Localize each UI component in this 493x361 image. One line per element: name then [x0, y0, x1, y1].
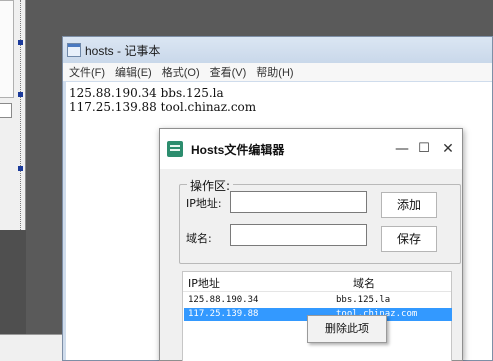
resize-handle[interactable]	[18, 92, 23, 97]
background-window-bottom	[0, 334, 62, 361]
resize-handle[interactable]	[18, 40, 23, 45]
minimize-button[interactable]: —	[392, 139, 412, 159]
background-panel	[0, 0, 14, 98]
row-domain: bbs.125.la	[336, 295, 391, 305]
domain-label: 域名:	[186, 232, 212, 245]
close-button[interactable]: ✕	[438, 139, 458, 159]
list-header: IP地址 域名	[183, 272, 451, 292]
operation-group: 操作区: IP地址: 域名: 添加 保存	[179, 177, 461, 264]
row-ip: 125.88.190.34	[188, 295, 259, 305]
row-ip: 117.25.139.88	[188, 309, 259, 319]
dotted-guide	[20, 0, 21, 230]
domain-input[interactable]	[230, 224, 367, 246]
column-header-domain[interactable]: 域名	[353, 275, 375, 291]
maximize-button[interactable]: ☐	[414, 139, 434, 159]
menu-help[interactable]: 帮助(H)	[256, 64, 293, 80]
notepad-icon	[67, 43, 81, 57]
menu-format[interactable]: 格式(O)	[162, 64, 200, 80]
delete-item-menu-option[interactable]: 删除此项	[308, 320, 386, 338]
menu-file[interactable]: 文件(F)	[69, 64, 105, 80]
menu-view[interactable]: 查看(V)	[210, 64, 247, 80]
resize-handle[interactable]	[18, 166, 23, 171]
dialog-titlebar[interactable]: Hosts文件编辑器 — ☐ ✕	[160, 129, 462, 169]
ip-input[interactable]	[230, 191, 367, 213]
list-row[interactable]: 125.88.190.34 bbs.125.la	[184, 294, 452, 307]
text-line: 117.25.139.88 tool.chinaz.com	[69, 100, 257, 114]
background-window	[0, 0, 26, 230]
add-button[interactable]: 添加	[381, 192, 437, 218]
menu-edit[interactable]: 编辑(E)	[115, 64, 152, 80]
ip-label: IP地址:	[186, 197, 222, 210]
background-field	[0, 103, 12, 118]
notepad-title: hosts - 记事本	[85, 43, 161, 58]
group-title: 操作区:	[187, 177, 234, 194]
app-icon	[167, 141, 183, 157]
dialog-title: Hosts文件编辑器	[191, 142, 285, 157]
notepad-titlebar[interactable]: hosts - 记事本	[63, 37, 492, 63]
column-header-ip[interactable]: IP地址	[188, 275, 220, 291]
notepad-menubar: 文件(F) 编辑(E) 格式(O) 查看(V) 帮助(H)	[63, 63, 492, 81]
context-menu: 删除此项	[307, 315, 387, 343]
save-button[interactable]: 保存	[381, 226, 437, 252]
text-line: 125.88.190.34 bbs.125.la	[69, 86, 224, 100]
